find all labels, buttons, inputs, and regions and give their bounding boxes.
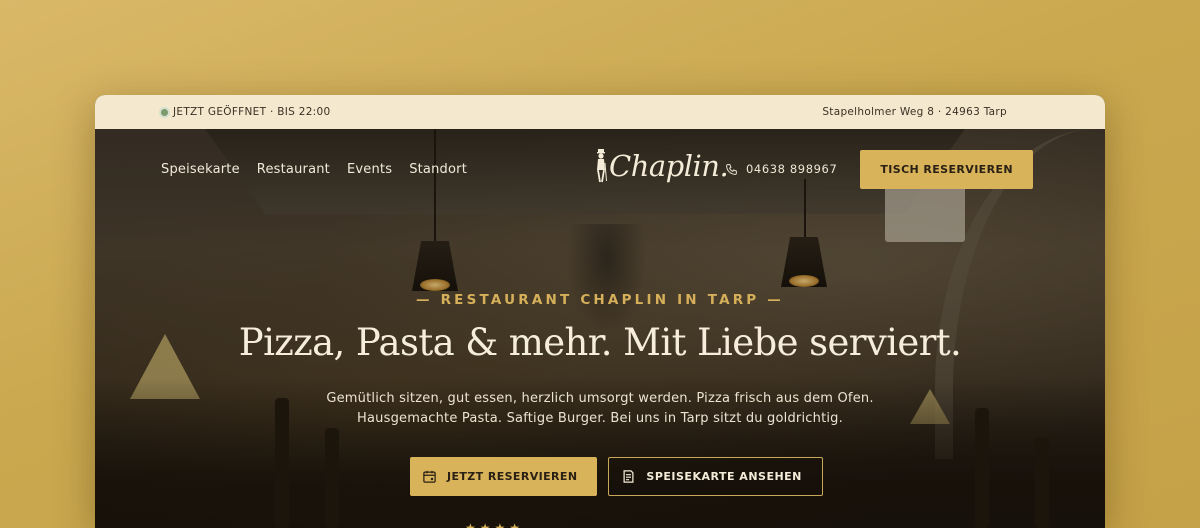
calendar-icon — [423, 470, 436, 483]
logo-text: Chaplin. — [609, 149, 729, 183]
rating-stars: ★★★★ — [465, 521, 525, 528]
browser-window: Jetzt geöffnet · bis 22:00 Stapelholmer … — [95, 95, 1105, 528]
hero-subtitle-line: Hausgemachte Pasta. Saftige Burger. Bei … — [357, 411, 843, 426]
address-text: Stapelholmer Weg 8 · 24963 Tarp — [822, 106, 1007, 118]
hero-cta-group: Jetzt reservieren Speisekarte ansehen — [410, 457, 823, 496]
hero-title: Pizza, Pasta & mehr. Mit Liebe serviert. — [238, 321, 962, 364]
nav-item-speisekarte[interactable]: Speisekarte — [161, 162, 240, 177]
nav-item-events[interactable]: Events — [347, 162, 392, 177]
open-status-dot — [161, 108, 168, 116]
nav-menu: Speisekarte Restaurant Events Standort — [161, 162, 467, 177]
chaplin-logo[interactable]: Chaplin. — [595, 149, 729, 183]
nav-right: 04638 898967 Tisch reservieren — [725, 149, 1033, 189]
main-navigation: Speisekarte Restaurant Events Standort C… — [161, 149, 1033, 189]
hero-subtitle-line: Gemütlich sitzen, gut essen, herzlich um… — [326, 391, 874, 406]
chaplin-figure-icon — [597, 149, 607, 183]
top-info-bar: Jetzt geöffnet · bis 22:00 Stapelholmer … — [95, 95, 1105, 129]
menu-card-icon — [623, 470, 634, 483]
hero-eyebrow: — RESTAURANT CHAPLIN IN TARP — — [415, 292, 785, 308]
opening-status-text: Jetzt geöffnet · bis 22:00 — [173, 106, 331, 118]
reserve-table-button[interactable]: Tisch reservieren — [860, 149, 1033, 189]
nav-item-restaurant[interactable]: Restaurant — [257, 162, 330, 177]
view-menu-label: Speisekarte ansehen — [646, 470, 802, 483]
opening-status: Jetzt geöffnet · bis 22:00 — [161, 106, 330, 118]
view-menu-button[interactable]: Speisekarte ansehen — [608, 457, 823, 496]
phone-number: 04638 898967 — [746, 162, 838, 176]
phone-link[interactable]: 04638 898967 — [725, 162, 837, 176]
hero-section: Speisekarte Restaurant Events Standort C… — [95, 129, 1105, 528]
hero-subtitle: Gemütlich sitzen, gut essen, herzlich um… — [95, 389, 1105, 429]
reserve-now-button[interactable]: Jetzt reservieren — [410, 457, 598, 496]
nav-item-standort[interactable]: Standort — [409, 162, 467, 177]
reserve-now-label: Jetzt reservieren — [447, 470, 578, 483]
